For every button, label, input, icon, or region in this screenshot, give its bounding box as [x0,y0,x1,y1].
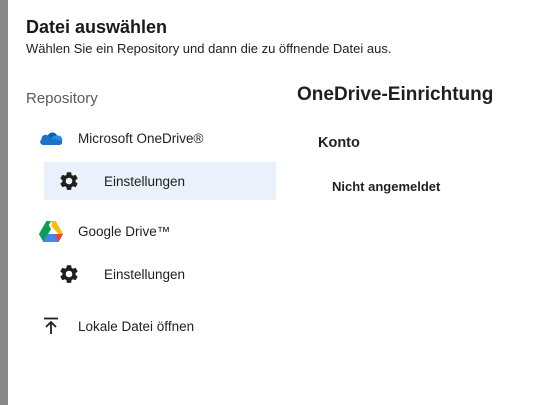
account-status: Nicht angemeldet [332,179,441,194]
sidebar-item-label: Lokale Datei öffnen [78,318,195,334]
file-picker-dialog: Datei auswählen Wählen Sie ein Repositor… [8,0,537,405]
gear-icon [58,263,80,285]
google-drive-icon [38,219,64,243]
sidebar-item-label: Microsoft OneDrive® [78,130,204,146]
sidebar-item-label: Einstellungen [104,266,186,282]
sidebar-item-google-drive[interactable]: Google Drive™ [38,219,170,243]
sidebar-item-onedrive-settings[interactable]: Einstellungen [44,162,276,200]
sidebar-item-onedrive[interactable]: Microsoft OneDrive® [38,127,203,149]
sidebar-item-local-file[interactable]: Lokale Datei öffnen [40,315,194,337]
settings-pane-title: OneDrive-Einrichtung [297,84,494,105]
backdrop-strip [0,0,8,405]
account-section-title: Konto [318,135,360,151]
gear-icon [58,170,80,192]
sidebar-item-label: Einstellungen [104,173,186,189]
upload-icon [40,315,62,337]
dialog-subtitle: Wählen Sie ein Repository und dann die z… [26,41,392,56]
repository-heading: Repository [26,90,98,107]
sidebar-item-label: Google Drive™ [78,223,171,239]
dialog-title: Datei auswählen [26,17,168,37]
sidebar-item-google-drive-settings[interactable]: Einstellungen [44,255,276,293]
onedrive-cloud-icon [38,128,64,148]
